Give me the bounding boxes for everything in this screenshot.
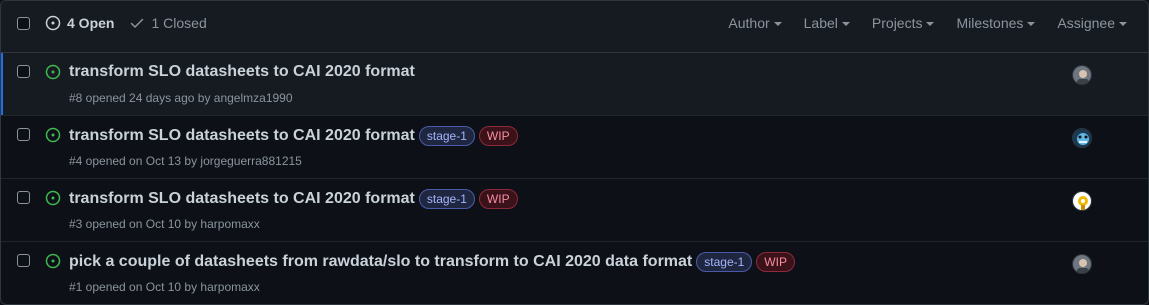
issue-row: transform SLO datasheets to CAI 2020 for… <box>1 179 1148 242</box>
issue-open-icon <box>45 15 61 31</box>
label-stage-1[interactable]: stage-1 <box>696 252 753 272</box>
issues-list-header: 4 Open 1 Closed Author Label Projects Mi… <box>1 1 1148 53</box>
issue-state-toggle: 4 Open 1 Closed <box>45 15 207 31</box>
issue-title-link[interactable]: transform SLO datasheets to CAI 2020 for… <box>69 127 415 145</box>
issue-meta: #4 opened on Oct 13 by jorgeguerra881215 <box>69 154 302 168</box>
issue-meta: #3 opened on Oct 10 by harpomaxx <box>69 217 260 231</box>
label-wip[interactable]: WIP <box>756 252 795 272</box>
issue-checkbox[interactable] <box>17 65 30 78</box>
issue-open-icon <box>45 190 61 206</box>
issue-checkbox[interactable] <box>17 191 30 204</box>
check-icon <box>131 18 144 28</box>
author-filter-label: Author <box>728 15 770 31</box>
issue-row: pick a couple of datasheets from rawdata… <box>1 242 1148 304</box>
issue-row: transform SLO datasheets to CAI 2020 for… <box>1 53 1148 116</box>
label-filter-label: Label <box>803 15 838 31</box>
assignee-filter[interactable]: Assignee <box>1057 15 1127 31</box>
projects-filter[interactable]: Projects <box>872 15 935 31</box>
issue-checkbox[interactable] <box>17 128 30 141</box>
issue-open-icon <box>45 127 61 143</box>
label-wip[interactable]: WIP <box>478 189 518 209</box>
chevron-down-icon <box>1027 22 1036 26</box>
issue-meta: #1 opened on Oct 10 by harpomaxx <box>69 280 260 294</box>
milestones-filter-label: Milestones <box>956 15 1024 31</box>
chevron-down-icon <box>926 22 935 26</box>
issues-list: 4 Open 1 Closed Author Label Projects Mi… <box>0 0 1149 305</box>
label-wip[interactable]: WIP <box>478 126 518 146</box>
open-issues-filter[interactable]: 4 Open <box>45 15 114 31</box>
open-issues-label: 4 Open <box>67 15 115 31</box>
chevron-down-icon <box>1119 22 1127 26</box>
author-filter[interactable]: Author <box>728 15 782 31</box>
issue-filters: Author Label Projects Milestones Assigne… <box>728 15 1148 31</box>
assignee-avatar[interactable] <box>1072 65 1092 85</box>
closed-issues-filter[interactable]: 1 Closed <box>129 15 207 31</box>
assignee-avatar[interactable] <box>1072 254 1092 274</box>
assignee-avatar[interactable] <box>1072 128 1092 148</box>
issue-row: transform SLO datasheets to CAI 2020 for… <box>1 116 1148 179</box>
issue-title-link[interactable]: transform SLO datasheets to CAI 2020 for… <box>69 190 415 208</box>
issue-meta: #8 opened 24 days ago by angelmza1990 <box>69 91 293 105</box>
issue-open-icon <box>45 253 61 269</box>
chevron-down-icon <box>773 22 782 26</box>
assignee-filter-label: Assignee <box>1057 15 1115 31</box>
label-stage-1[interactable]: stage-1 <box>418 189 475 209</box>
projects-filter-label: Projects <box>871 15 923 31</box>
closed-issues-label: 1 Closed <box>151 15 207 31</box>
milestones-filter[interactable]: Milestones <box>956 15 1036 31</box>
label-filter[interactable]: Label <box>804 15 850 31</box>
issue-checkbox[interactable] <box>17 254 30 267</box>
issue-open-icon <box>45 64 61 80</box>
issue-title-link[interactable]: pick a couple of datasheets from rawdata… <box>69 253 692 271</box>
assignee-avatar[interactable] <box>1072 191 1092 211</box>
select-all-checkbox[interactable] <box>17 17 30 30</box>
label-stage-1[interactable]: stage-1 <box>418 126 475 146</box>
issue-title-link[interactable]: transform SLO datasheets to CAI 2020 for… <box>69 63 415 81</box>
chevron-down-icon <box>841 22 850 26</box>
